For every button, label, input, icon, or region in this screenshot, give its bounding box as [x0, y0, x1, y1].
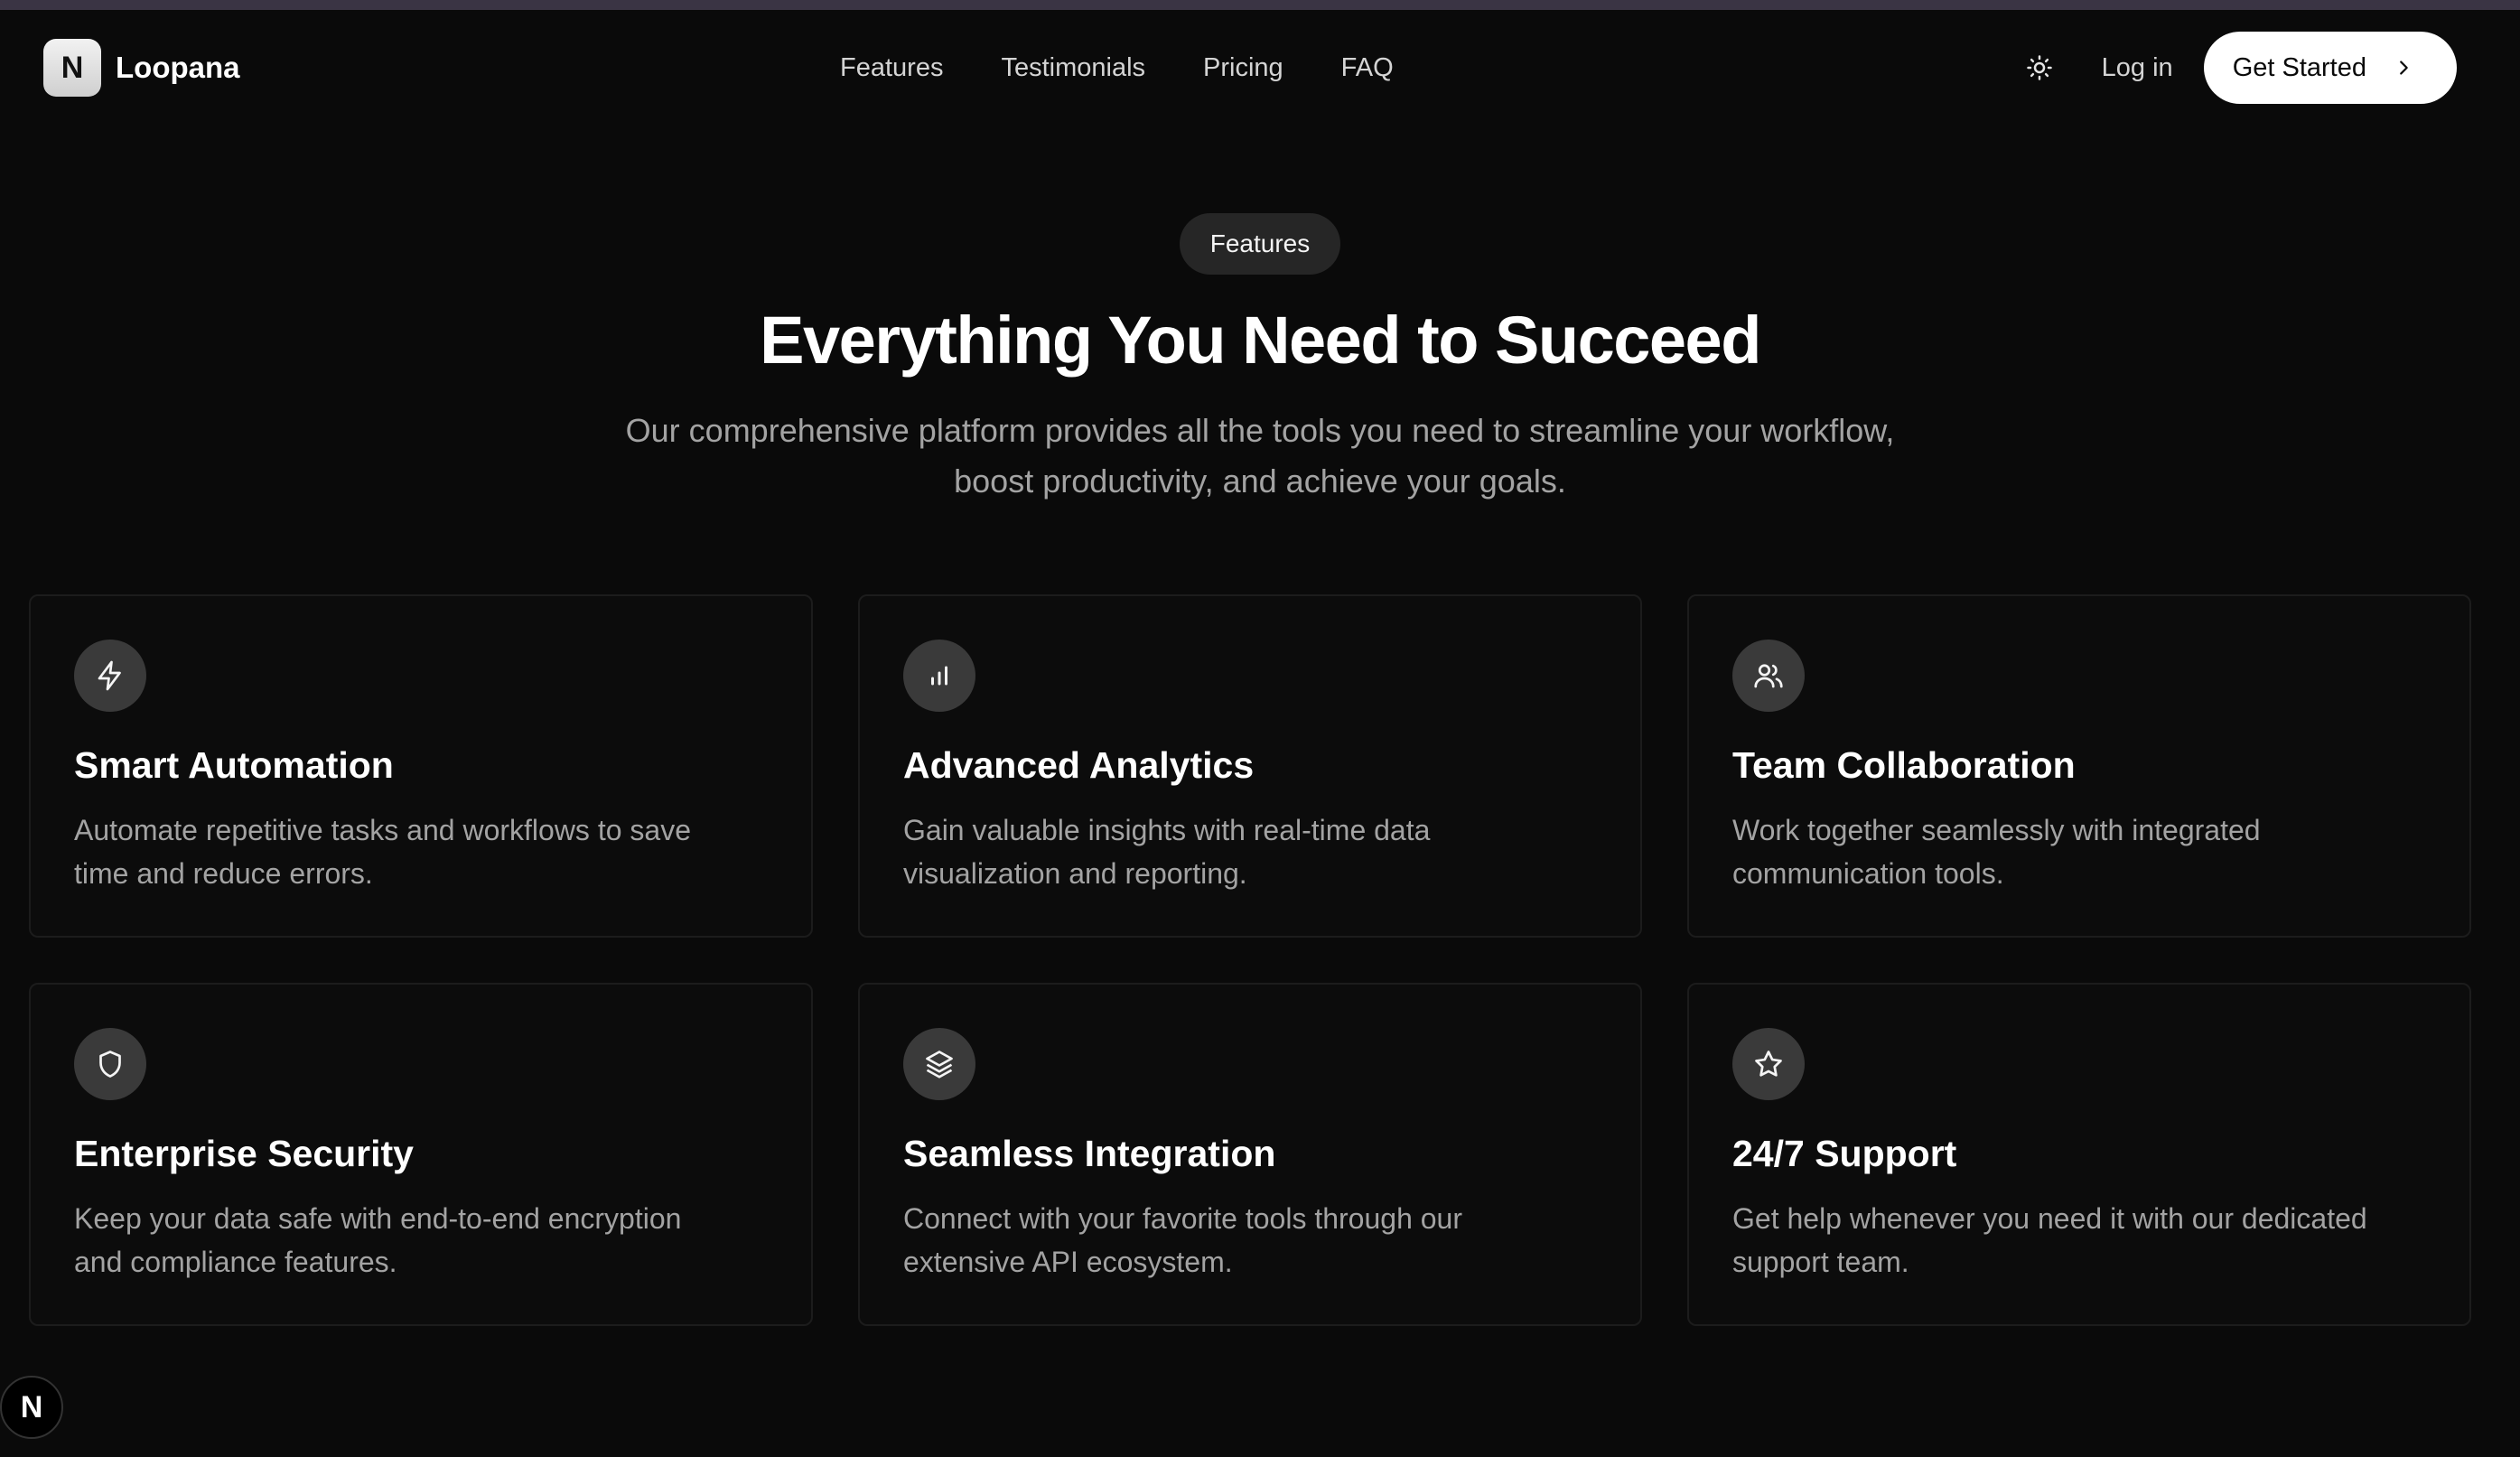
- nav-link-testimonials[interactable]: Testimonials: [1001, 53, 1145, 83]
- brand-logo: N: [43, 39, 101, 97]
- feature-desc-line: support team.: [1732, 1246, 1909, 1278]
- section-title: Everything You Need to Succeed: [760, 303, 1761, 378]
- feature-desc-line: time and reduce errors.: [74, 857, 373, 890]
- nav-link-features[interactable]: Features: [840, 53, 943, 83]
- feature-desc-line: extensive API ecosystem.: [903, 1246, 1233, 1278]
- shield-icon: [74, 1028, 146, 1100]
- feature-grid: Smart Automation Automate repetitive tas…: [29, 594, 2471, 1326]
- feature-card-seamless-integration: Seamless Integration Connect with your f…: [858, 983, 1642, 1326]
- section-subtitle-line: Our comprehensive platform provides all …: [625, 412, 1895, 449]
- feature-title: 24/7 Support: [1732, 1133, 1957, 1174]
- section-subtitle: Our comprehensive platform provides all …: [555, 406, 1965, 507]
- brand[interactable]: N Loopana: [43, 39, 240, 97]
- feature-desc-line: visualization and reporting.: [903, 857, 1247, 890]
- feature-desc-line: Work together seamlessly with integrated: [1732, 814, 2261, 846]
- feature-card-advanced-analytics: Advanced Analytics Gain valuable insight…: [858, 594, 1642, 938]
- zap-icon: [74, 640, 146, 712]
- nextjs-dev-badge[interactable]: N: [0, 1376, 63, 1439]
- sun-icon: [2026, 55, 2052, 80]
- feature-title: Team Collaboration: [1732, 744, 2076, 786]
- feature-desc-line: Connect with your favorite tools through…: [903, 1202, 1462, 1235]
- nav-actions: Log in Get Started: [2017, 32, 2457, 104]
- get-started-label: Get Started: [2232, 52, 2366, 82]
- feature-title: Seamless Integration: [903, 1133, 1276, 1174]
- feature-card-enterprise-security: Enterprise Security Keep your data safe …: [29, 983, 813, 1326]
- feature-desc: Get help whenever you need it with our d…: [1732, 1197, 2428, 1284]
- feature-desc-line: Gain valuable insights with real-time da…: [903, 814, 1431, 846]
- feature-desc-line: Keep your data safe with end-to-end encr…: [74, 1202, 682, 1235]
- nav-links: Features Testimonials Pricing FAQ: [840, 39, 1451, 97]
- feature-desc: Keep your data safe with end-to-end encr…: [74, 1197, 770, 1284]
- feature-title: Smart Automation: [74, 744, 394, 786]
- nav-link-faq[interactable]: FAQ: [1341, 53, 1394, 83]
- theme-toggle-button[interactable]: [2017, 45, 2062, 90]
- users-icon: [1732, 640, 1805, 712]
- login-link[interactable]: Log in: [2102, 53, 2173, 83]
- feature-desc: Work together seamlessly with integrated…: [1732, 808, 2428, 895]
- feature-card-team-collaboration: Team Collaboration Work together seamles…: [1687, 594, 2471, 938]
- section-subtitle-line: boost productivity, and achieve your goa…: [954, 462, 1566, 500]
- chevron-right-icon: [2394, 58, 2413, 78]
- get-started-button[interactable]: Get Started: [2203, 32, 2457, 104]
- feature-desc-line: and compliance features.: [74, 1246, 397, 1278]
- feature-desc: Automate repetitive tasks and workflows …: [74, 808, 770, 895]
- feature-desc-line: Get help whenever you need it with our d…: [1732, 1202, 2367, 1235]
- feature-title: Advanced Analytics: [903, 744, 1255, 786]
- nav-link-pricing[interactable]: Pricing: [1203, 53, 1283, 83]
- feature-desc-line: communication tools.: [1732, 857, 2004, 890]
- feature-desc-line: Automate repetitive tasks and workflows …: [74, 814, 691, 846]
- navbar: N Loopana Features Testimonials Pricing …: [0, 10, 2520, 124]
- features-hero: Features Everything You Need to Succeed …: [0, 213, 2520, 507]
- brand-name: Loopana: [116, 51, 240, 84]
- top-accent-bar: [0, 0, 2520, 10]
- feature-card-support: 24/7 Support Get help whenever you need …: [1687, 983, 2471, 1326]
- feature-title: Enterprise Security: [74, 1133, 414, 1174]
- section-pill: Features: [1179, 213, 1341, 275]
- feature-desc: Gain valuable insights with real-time da…: [903, 808, 1599, 895]
- feature-card-smart-automation: Smart Automation Automate repetitive tas…: [29, 594, 813, 938]
- feature-desc: Connect with your favorite tools through…: [903, 1197, 1599, 1284]
- star-icon: [1732, 1028, 1805, 1100]
- layers-icon: [903, 1028, 975, 1100]
- bar-chart-icon: [903, 640, 975, 712]
